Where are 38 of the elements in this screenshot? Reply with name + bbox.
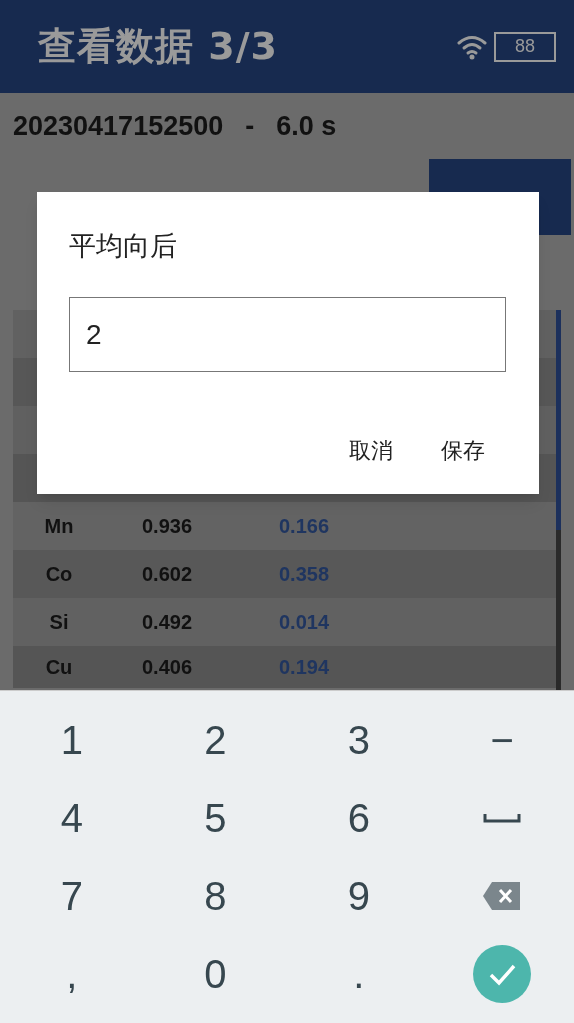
value-cell-text: 0.406 xyxy=(141,655,194,680)
value-cell-text: 0.166 xyxy=(279,514,330,539)
value-cell-text: 0.358 xyxy=(279,562,330,587)
value-cell-text: 0.014 xyxy=(279,610,330,635)
record-id: 20230417152500 xyxy=(13,109,224,143)
dialog-title: 平均向后 xyxy=(69,229,178,263)
cancel-button[interactable]: 取消 xyxy=(337,426,405,475)
backspace-icon[interactable] xyxy=(482,881,523,911)
duration: 6.0 s xyxy=(276,109,337,143)
value-cell-text: 0.492 xyxy=(141,610,194,635)
value-cell-text: 0.936 xyxy=(141,514,194,539)
input-field[interactable]: 2 xyxy=(69,297,506,372)
key[interactable]: 5 xyxy=(200,798,231,838)
key[interactable]: 9 xyxy=(343,876,374,916)
wifi-icon xyxy=(456,33,488,60)
key[interactable]: . xyxy=(349,954,369,994)
space-key-icon[interactable] xyxy=(483,813,522,823)
key[interactable]: 1 xyxy=(56,720,87,760)
key[interactable]: 0 xyxy=(200,954,231,994)
key[interactable]: 3 xyxy=(343,720,374,760)
key[interactable]: − xyxy=(486,720,518,760)
screen-title: 查看数据 3/3 xyxy=(38,23,278,70)
scrollbar[interactable] xyxy=(556,310,561,690)
element-cell-text: Mn xyxy=(43,514,75,539)
key[interactable]: 8 xyxy=(200,876,231,916)
element-cell-text: Cu xyxy=(44,655,74,680)
key[interactable]: 6 xyxy=(343,798,374,838)
element-cell-text: Si xyxy=(48,610,70,635)
key[interactable]: 2 xyxy=(200,720,231,760)
element-cell-text: Co xyxy=(44,562,74,587)
battery-indicator: 88 xyxy=(494,31,556,62)
value-cell-text: 0.602 xyxy=(141,562,194,587)
separator: - xyxy=(245,109,255,143)
key[interactable]: , xyxy=(62,954,82,994)
key[interactable]: 4 xyxy=(56,798,87,838)
key[interactable]: 7 xyxy=(56,876,87,916)
save-button[interactable]: 保存 xyxy=(429,426,497,475)
enter-check-icon[interactable] xyxy=(473,945,532,1003)
